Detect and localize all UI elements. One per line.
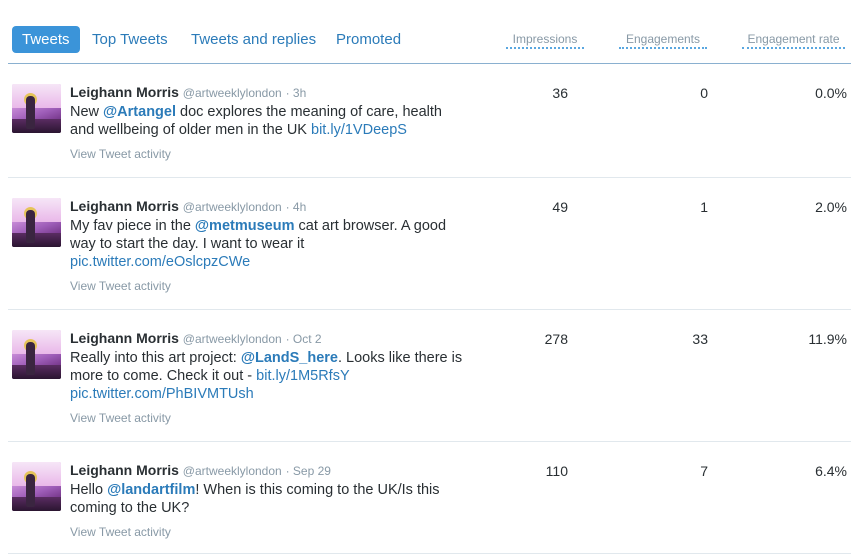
- avatar[interactable]: [12, 198, 61, 247]
- author-line: Leighann Morris @artweeklylondon · Oct 2: [70, 330, 470, 347]
- author-handle[interactable]: @artweeklylondon: [183, 464, 282, 478]
- impressions-value: 278: [544, 331, 568, 347]
- tab-top-tweets[interactable]: Top Tweets: [92, 26, 168, 53]
- engagement-rate-value: 6.4%: [815, 463, 847, 479]
- author-line: Leighann Morris @artweeklylondon · Sep 2…: [70, 462, 470, 479]
- tab-bar: Tweets Top Tweets Tweets and replies Pro…: [0, 0, 866, 64]
- tweet-row: Leighann Morris @artweeklylondon · 4h My…: [8, 178, 851, 310]
- tweet-body: Leighann Morris @artweeklylondon · 4h My…: [70, 198, 470, 295]
- tweet-body: Leighann Morris @artweeklylondon · Sep 2…: [70, 462, 470, 541]
- engagements-column-header[interactable]: Engagements: [619, 32, 707, 49]
- url-link[interactable]: pic.twitter.com/PhBIVMTUsh: [70, 386, 254, 402]
- tweet-row: Leighann Morris @artweeklylondon · Oct 2…: [8, 310, 851, 442]
- engagements-value: 1: [700, 199, 708, 215]
- tweet-timestamp[interactable]: · Oct 2: [286, 332, 322, 346]
- mention-link[interactable]: @Artangel: [103, 104, 176, 120]
- tweet-text: Really into this art project: @LandS_her…: [70, 350, 463, 402]
- url-link[interactable]: bit.ly/1VDeepS: [311, 122, 407, 138]
- author-name[interactable]: Leighann Morris: [70, 198, 179, 214]
- view-tweet-activity-link[interactable]: View Tweet activity: [70, 411, 171, 425]
- tweet-text: My fav piece in the @metmuseum cat art b…: [70, 218, 447, 270]
- tweet-timestamp[interactable]: · Sep 29: [286, 464, 331, 478]
- author-name[interactable]: Leighann Morris: [70, 330, 179, 346]
- tab-promoted[interactable]: Promoted: [336, 26, 401, 53]
- author-name[interactable]: Leighann Morris: [70, 84, 179, 100]
- author-handle[interactable]: @artweeklylondon: [183, 86, 282, 100]
- author-line: Leighann Morris @artweeklylondon · 3h: [70, 84, 470, 101]
- engagement-rate-column-header[interactable]: Engagement rate: [742, 32, 845, 49]
- engagements-value: 33: [692, 331, 708, 347]
- impressions-value: 49: [552, 199, 568, 215]
- avatar[interactable]: [12, 462, 61, 511]
- mention-link[interactable]: @LandS_here: [241, 350, 338, 366]
- tweet-row: Leighann Morris @artweeklylondon · 3h Ne…: [8, 64, 851, 178]
- tweet-row: Leighann Morris @artweeklylondon · Sep 2…: [8, 442, 851, 554]
- impressions-value: 110: [545, 463, 568, 479]
- tweet-text: Hello @landartfilm! When is this coming …: [70, 482, 440, 516]
- engagement-rate-value: 11.9%: [808, 331, 847, 347]
- author-handle[interactable]: @artweeklylondon: [183, 332, 282, 346]
- tweet-timestamp[interactable]: · 4h: [286, 200, 307, 214]
- url-link[interactable]: bit.ly/1M5RfsY: [256, 368, 349, 384]
- view-tweet-activity-link[interactable]: View Tweet activity: [70, 525, 171, 539]
- tweet-body: Leighann Morris @artweeklylondon · Oct 2…: [70, 330, 470, 427]
- mention-link[interactable]: @metmuseum: [195, 218, 295, 234]
- engagement-rate-value: 2.0%: [815, 199, 847, 215]
- engagements-value: 7: [700, 463, 708, 479]
- tab-tweets[interactable]: Tweets: [12, 26, 80, 53]
- author-handle[interactable]: @artweeklylondon: [183, 200, 282, 214]
- engagements-value: 0: [700, 85, 708, 101]
- view-tweet-activity-link[interactable]: View Tweet activity: [70, 147, 171, 161]
- tab-tweets-and-replies[interactable]: Tweets and replies: [191, 26, 316, 53]
- avatar[interactable]: [12, 330, 61, 379]
- author-line: Leighann Morris @artweeklylondon · 4h: [70, 198, 470, 215]
- impressions-value: 36: [552, 85, 568, 101]
- tweet-text: New @Artangel doc explores the meaning o…: [70, 104, 442, 138]
- url-link[interactable]: pic.twitter.com/eOslcpzCWe: [70, 254, 250, 270]
- tweet-body: Leighann Morris @artweeklylondon · 3h Ne…: [70, 84, 470, 163]
- view-tweet-activity-link[interactable]: View Tweet activity: [70, 279, 171, 293]
- engagement-rate-value: 0.0%: [815, 85, 847, 101]
- avatar[interactable]: [12, 84, 61, 133]
- impressions-column-header[interactable]: Impressions: [506, 32, 584, 49]
- tweet-timestamp[interactable]: · 3h: [286, 86, 307, 100]
- mention-link[interactable]: @landartfilm: [107, 482, 195, 498]
- author-name[interactable]: Leighann Morris: [70, 462, 179, 478]
